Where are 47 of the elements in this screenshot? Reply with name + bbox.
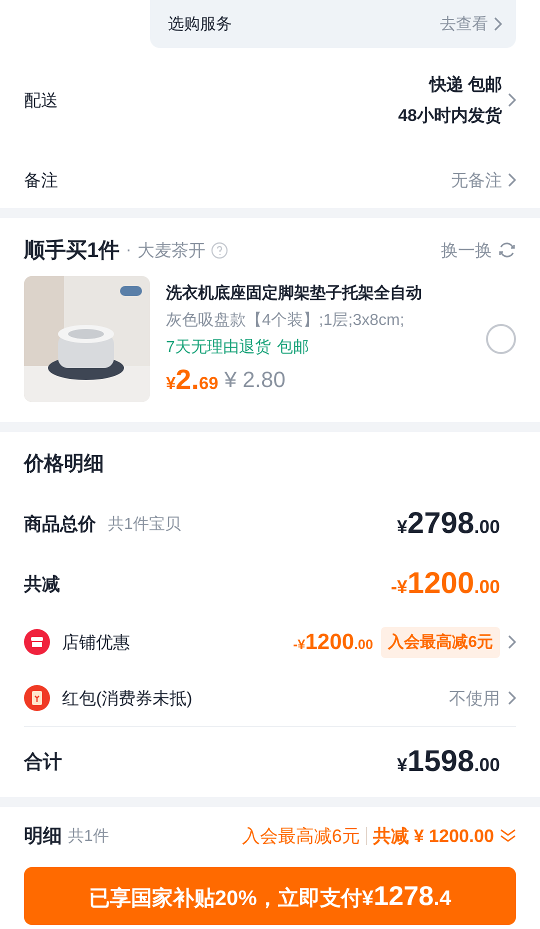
row-amount: -¥1200.00 [390, 567, 500, 601]
row-label: 商品总价 [24, 513, 96, 536]
swap-link[interactable]: 换一换 [441, 238, 492, 262]
service-label: 选购服务 [168, 14, 232, 34]
note-label: 备注 [24, 170, 58, 192]
promo-text: 入会最高减6元 [242, 825, 360, 848]
chevron-right-icon [508, 93, 516, 107]
service-tag: 7天无理由退货 [166, 336, 271, 358]
bundle-title: 顺手买1件 [24, 238, 120, 264]
service-panel[interactable]: 选购服务 去查看 [150, 0, 516, 48]
row-amount: -¥1200.00 [293, 629, 374, 655]
store-icon [24, 629, 50, 655]
service-tag: 包邮 [276, 336, 309, 358]
section-title: 价格明细 [24, 452, 104, 476]
row-note: 共1件宝贝 [108, 514, 181, 534]
row-value[interactable]: 不使用 [449, 686, 500, 710]
bundle-subtitle: 大麦茶开 [137, 240, 206, 262]
discount-total[interactable]: 共减 ¥ 1200.00 [372, 824, 494, 848]
product-price: ¥2.69 [166, 364, 218, 396]
chevron-right-icon [508, 173, 516, 187]
chevron-right-icon [494, 17, 502, 31]
sum-amount: ¥1598.00 [397, 745, 500, 779]
expand-icon[interactable] [500, 829, 516, 843]
delivery-option[interactable]: 48小时内发货 [398, 104, 502, 127]
row-label: 共减 [24, 573, 60, 596]
original-price: ¥ 2.80 [224, 366, 286, 392]
row-amount: ¥2798.00 [397, 507, 500, 541]
sum-label: 合计 [24, 751, 62, 775]
note-value[interactable]: 无备注 [451, 168, 502, 192]
chevron-right-icon [508, 635, 516, 649]
select-radio[interactable] [486, 324, 516, 354]
delivery-option[interactable]: 快递 包邮 [429, 73, 502, 96]
help-icon[interactable] [211, 242, 228, 258]
view-link[interactable]: 去查看 [440, 14, 488, 34]
footer-label: 明细 [24, 825, 62, 849]
delivery-label: 配送 [24, 90, 58, 112]
product-title[interactable]: 洗衣机底座固定脚架垫子托架全自动 [166, 282, 470, 304]
separator: · [126, 240, 132, 260]
item-count: 共1件 [68, 826, 109, 846]
product-spec: 灰色吸盘款【4个装】;1层;3x8cm; [166, 310, 406, 330]
refresh-icon[interactable] [498, 241, 516, 259]
envelope-icon [24, 685, 50, 711]
chevron-right-icon [508, 691, 516, 705]
member-badge: 入会最高减6元 [381, 626, 500, 658]
row-label: 店铺优惠 [62, 632, 130, 654]
pay-button[interactable]: 已享国家补贴20%，立即支付¥1278.4 [24, 867, 516, 925]
row-label: 红包(消费券未抵) [62, 688, 192, 710]
